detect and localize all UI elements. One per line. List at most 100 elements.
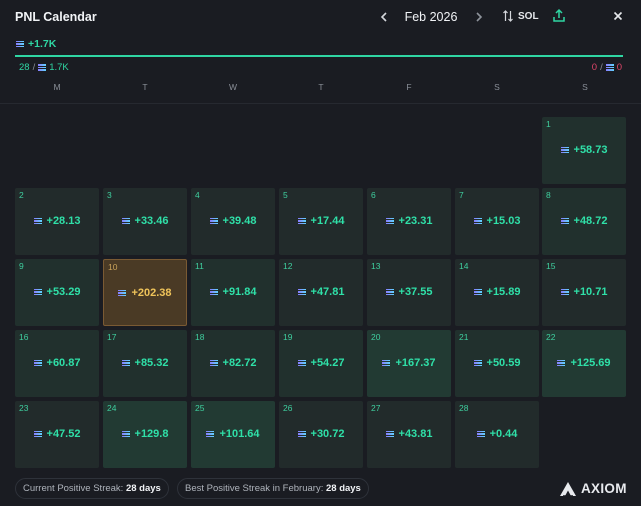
- day-pnl-value: +28.13: [46, 215, 81, 227]
- best-streak-badge: Best Positive Streak in February: 28 day…: [177, 478, 369, 499]
- calendar-day-cell[interactable]: 7 +15.03: [455, 188, 539, 255]
- weekday-label: S: [582, 82, 588, 92]
- day-pnl-value: +50.59: [486, 357, 521, 369]
- calendar-day-cell[interactable]: 2 +28.13: [15, 188, 99, 255]
- day-pnl: +39.48: [191, 215, 275, 227]
- share-button[interactable]: [551, 8, 567, 24]
- calendar-day-cell[interactable]: 28 +0.44: [455, 401, 539, 468]
- day-pnl-value: +101.64: [219, 428, 260, 440]
- calendar-day-cell[interactable]: 9 +53.29: [15, 259, 99, 326]
- calendar-day-cell[interactable]: 4 +39.48: [191, 188, 275, 255]
- weekday-label: F: [406, 82, 412, 92]
- day-number: 1: [546, 119, 551, 129]
- solana-icon: [557, 359, 566, 367]
- solana-icon: [297, 217, 306, 225]
- calendar-day-cell[interactable]: 22 +125.69: [542, 330, 626, 397]
- day-pnl-value: +39.48: [222, 215, 257, 227]
- day-pnl: +37.55: [367, 286, 451, 298]
- calendar-day-cell[interactable]: 24 +129.8: [103, 401, 187, 468]
- day-pnl: +43.81: [367, 428, 451, 440]
- calendar-day-cell[interactable]: 18 +82.72: [191, 330, 275, 397]
- solana-icon: [38, 64, 47, 71]
- unit-label: SOL: [518, 10, 539, 22]
- day-pnl: +60.87: [15, 357, 99, 369]
- day-pnl: +125.69: [542, 357, 626, 369]
- solana-icon: [560, 217, 569, 225]
- day-number: 28: [459, 403, 469, 413]
- day-number: 11: [195, 261, 204, 271]
- current-streak-badge: Current Positive Streak: 28 days: [15, 478, 169, 499]
- solana-icon: [560, 146, 569, 154]
- calendar-day-cell[interactable]: 20 +167.37: [367, 330, 451, 397]
- solana-icon: [560, 288, 569, 296]
- calendar-day-cell[interactable]: 26 +30.72: [279, 401, 363, 468]
- day-pnl-value: +47.81: [310, 286, 345, 298]
- profit-days-count: 28: [19, 62, 30, 73]
- next-month-button[interactable]: [471, 9, 487, 25]
- day-pnl-value: +33.46: [134, 215, 169, 227]
- day-pnl-value: +129.8: [134, 428, 169, 440]
- solana-icon: [33, 430, 42, 438]
- day-pnl: +47.52: [15, 428, 99, 440]
- day-pnl-value: +60.87: [46, 357, 81, 369]
- day-pnl: +23.31: [367, 215, 451, 227]
- close-icon: [613, 11, 623, 21]
- profit-summary: 28 / 1.7K: [19, 62, 69, 73]
- calendar-day-cell[interactable]: 5 +17.44: [279, 188, 363, 255]
- calendar-day-cell[interactable]: 12 +47.81: [279, 259, 363, 326]
- best-streak-label: Best Positive Streak in February:: [185, 483, 324, 494]
- calendar-day-cell[interactable]: 21 +50.59: [455, 330, 539, 397]
- weekday-header-row: M T W T F S S: [13, 82, 629, 94]
- page-title: PNL Calendar: [15, 10, 97, 24]
- day-pnl: +58.73: [542, 144, 626, 156]
- prev-month-button[interactable]: [376, 9, 392, 25]
- unit-toggle-button[interactable]: SOL: [502, 10, 539, 22]
- day-pnl-value: +53.29: [46, 286, 81, 298]
- calendar-day-cell[interactable]: 1 +58.73: [542, 117, 626, 184]
- solana-icon: [385, 217, 394, 225]
- calendar-day-cell[interactable]: 17 +85.32: [103, 330, 187, 397]
- calendar-day-cell[interactable]: 8 +48.72: [542, 188, 626, 255]
- day-number: 7: [459, 190, 464, 200]
- day-pnl-value: +85.32: [134, 357, 169, 369]
- solana-icon: [33, 217, 42, 225]
- calendar-day-cell[interactable]: 15 +10.71: [542, 259, 626, 326]
- calendar-day-cell[interactable]: 16 +60.87: [15, 330, 99, 397]
- calendar-day-cell[interactable]: 11 +91.84: [191, 259, 275, 326]
- day-number: 24: [107, 403, 117, 413]
- day-pnl: +202.38: [104, 287, 186, 299]
- day-number: 2: [19, 190, 24, 200]
- weekday-label: W: [228, 82, 238, 92]
- weekday-label: S: [494, 82, 500, 92]
- day-pnl: +33.46: [103, 215, 187, 227]
- header-bar: PNL Calendar Feb 2026 SOL: [0, 0, 641, 34]
- weekday-label: T: [318, 82, 324, 92]
- day-number: 4: [195, 190, 200, 200]
- solana-icon: [16, 40, 24, 48]
- day-pnl: +48.72: [542, 215, 626, 227]
- current-streak-label: Current Positive Streak:: [23, 483, 124, 494]
- day-pnl-value: +125.69: [570, 357, 611, 369]
- loss-separator: /: [600, 62, 603, 73]
- solana-icon: [385, 430, 394, 438]
- profit-separator: /: [32, 62, 36, 73]
- calendar-day-cell[interactable]: 14 +15.89: [455, 259, 539, 326]
- calendar-day-cell[interactable]: 6 +23.31: [367, 188, 451, 255]
- calendar-day-cell[interactable]: 27 +43.81: [367, 401, 451, 468]
- swap-vertical-icon: [503, 10, 513, 22]
- calendar-day-cell[interactable]: 25 +101.64: [191, 401, 275, 468]
- day-number: 27: [371, 403, 381, 413]
- day-pnl-value: +17.44: [310, 215, 345, 227]
- day-number: 6: [371, 190, 376, 200]
- day-pnl-value: +23.31: [398, 215, 433, 227]
- calendar-day-cell[interactable]: 13 +37.55: [367, 259, 451, 326]
- calendar-day-cell[interactable]: 23 +47.52: [15, 401, 99, 468]
- day-number: 13: [371, 261, 381, 271]
- day-pnl: +167.37: [367, 357, 451, 369]
- day-pnl: +53.29: [15, 286, 99, 298]
- calendar-day-cell[interactable]: 3 +33.46: [103, 188, 187, 255]
- calendar-day-cell-best[interactable]: 10 +202.38: [103, 259, 187, 326]
- close-button[interactable]: [610, 8, 626, 24]
- calendar-day-cell[interactable]: 19 +54.27: [279, 330, 363, 397]
- day-pnl-value: +48.72: [573, 215, 608, 227]
